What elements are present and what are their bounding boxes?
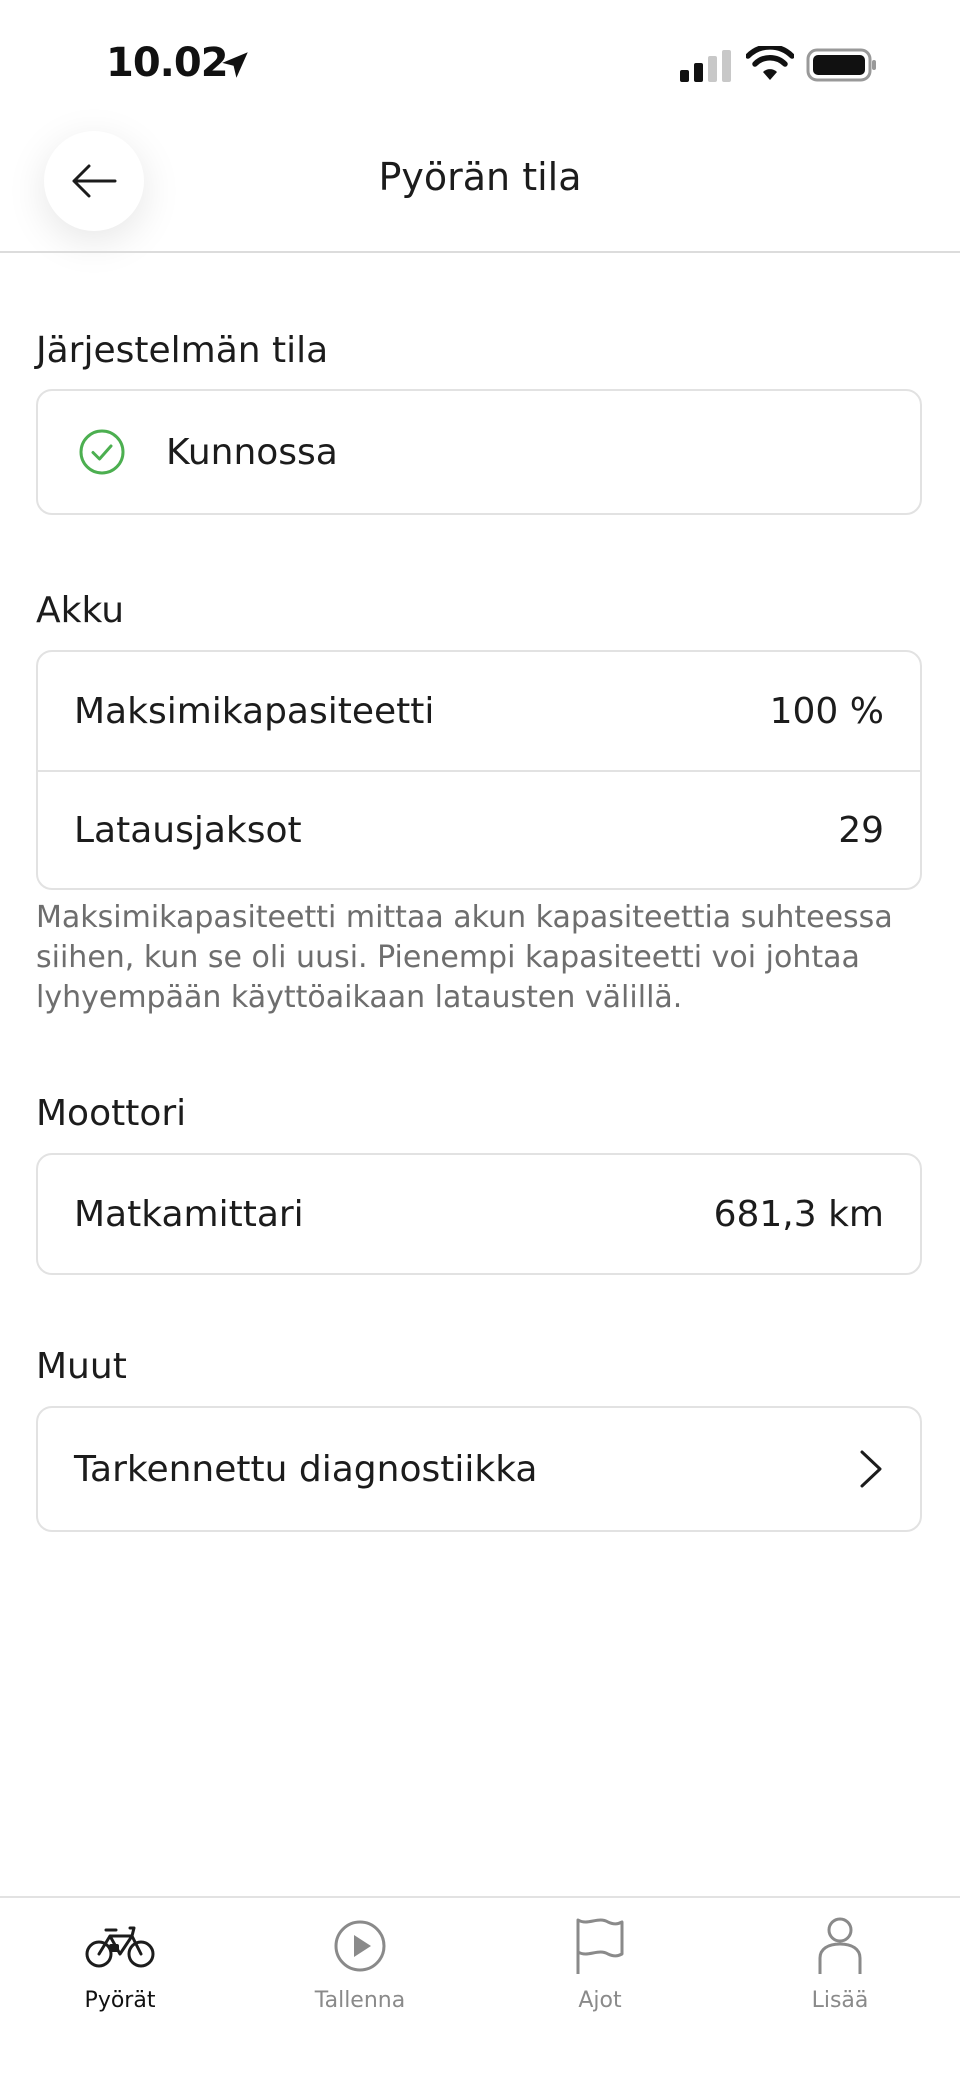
system-status-card: Kunnossa bbox=[36, 389, 922, 515]
tab-bikes[interactable]: Pyörät bbox=[0, 1898, 240, 2081]
odometer-value: 681,3 km bbox=[713, 1193, 884, 1235]
charge-cycles-row: Latausjaksot 29 bbox=[38, 770, 920, 888]
tab-more-label: Lisää bbox=[811, 1988, 869, 2013]
battery-card: Maksimikapasiteetti 100 % Latausjaksot 2… bbox=[36, 650, 922, 890]
battery-capacity-row: Maksimikapasiteetti 100 % bbox=[38, 652, 920, 770]
section-title-system: Järjestelmän tila bbox=[36, 330, 329, 371]
status-time: 10.02 bbox=[106, 40, 229, 86]
section-title-motor: Moottori bbox=[36, 1093, 187, 1134]
other-card: Tarkennettu diagnostiikka bbox=[36, 1406, 922, 1532]
tab-rides-label: Ajot bbox=[578, 1988, 622, 2013]
odometer-row: Matkamittari 681,3 km bbox=[38, 1155, 920, 1273]
tab-record-label: Tallenna bbox=[314, 1988, 406, 2013]
flag-icon bbox=[576, 1918, 624, 1974]
play-icon bbox=[334, 1920, 386, 1972]
chevron-right-icon bbox=[860, 1450, 882, 1488]
battery-capacity-note: Maksimikapasiteetti mittaa akun kapasite… bbox=[36, 900, 893, 1015]
tab-more[interactable]: Lisää bbox=[720, 1898, 960, 2081]
cellular-signal-icon bbox=[680, 50, 731, 82]
system-status-text: Kunnossa bbox=[166, 431, 338, 473]
advanced-diagnostics-row[interactable]: Tarkennettu diagnostiikka bbox=[38, 1408, 920, 1530]
page-title: Pyörän tila bbox=[378, 155, 582, 199]
person-icon bbox=[818, 1917, 862, 1974]
tab-record[interactable]: Tallenna bbox=[240, 1898, 480, 2081]
bike-icon bbox=[85, 1926, 155, 1968]
wifi-icon bbox=[746, 46, 794, 80]
battery-capacity-value: 100 % bbox=[769, 690, 884, 732]
advanced-diagnostics-label: Tarkennettu diagnostiikka bbox=[74, 1448, 538, 1490]
tab-bikes-label: Pyörät bbox=[84, 1988, 156, 2013]
header-divider bbox=[0, 251, 960, 253]
check-circle-icon bbox=[79, 429, 125, 475]
section-title-other: Muut bbox=[36, 1346, 127, 1387]
charge-cycles-label: Latausjaksot bbox=[74, 809, 302, 851]
tab-bar: Pyörät Tallenna Ajot Lisää bbox=[0, 1898, 960, 2081]
motor-card: Matkamittari 681,3 km bbox=[36, 1153, 922, 1275]
tab-rides[interactable]: Ajot bbox=[480, 1898, 720, 2081]
location-arrow-icon bbox=[222, 52, 248, 78]
charge-cycles-value: 29 bbox=[838, 809, 884, 851]
system-status-row: Kunnossa bbox=[38, 391, 920, 513]
battery-capacity-label: Maksimikapasiteetti bbox=[74, 690, 435, 732]
status-bar: 10.02 bbox=[0, 0, 960, 130]
battery-icon bbox=[806, 48, 876, 82]
odometer-label: Matkamittari bbox=[74, 1193, 304, 1235]
section-title-battery: Akku bbox=[36, 590, 125, 631]
